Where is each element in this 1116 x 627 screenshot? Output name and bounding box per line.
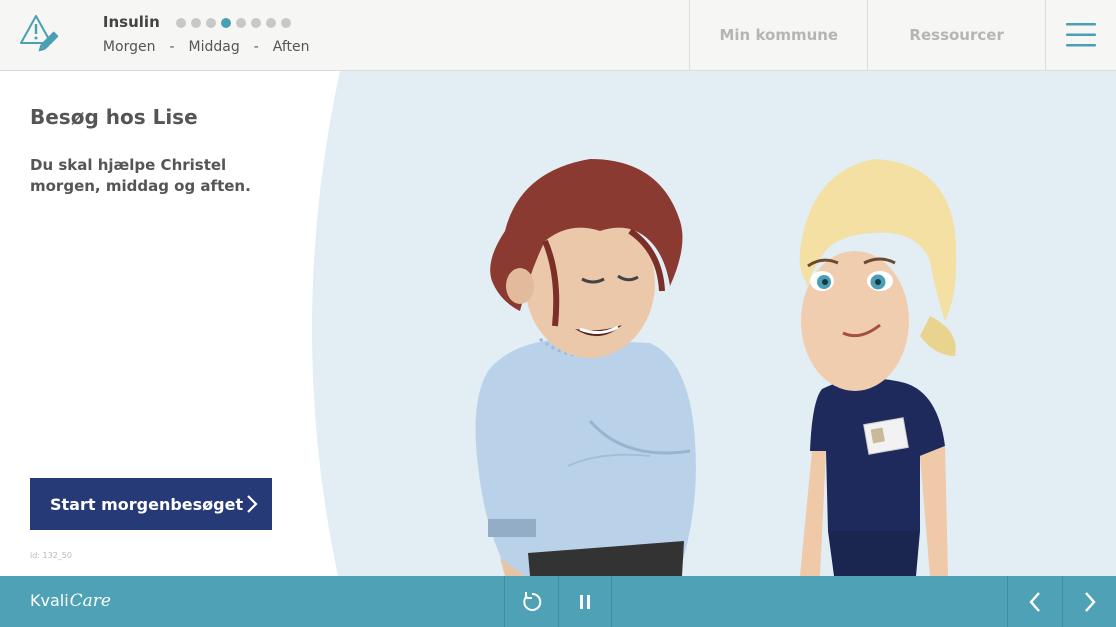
start-morning-visit-button[interactable]: Start morgenbesøget (30, 478, 272, 530)
instruction-text: Du skal hjælpe Christel morgen, middag o… (30, 156, 251, 195)
chevron-right-icon (247, 495, 258, 513)
bottom-bar: Kvali Care (0, 576, 1116, 627)
next-button[interactable] (1062, 576, 1116, 627)
phase-evening[interactable]: Aften (273, 39, 310, 55)
phase-separator: - (253, 39, 259, 55)
brand-logo: Kvali Care (30, 591, 111, 611)
chevron-left-icon (1028, 591, 1040, 612)
intro-panel: Besøg hos Lise Du skal hjælpe Christel m… (30, 71, 290, 576)
progress-dot[interactable] (220, 18, 231, 28)
start-button-label: Start morgenbesøget (50, 494, 244, 514)
progress-dot[interactable] (265, 18, 276, 28)
module-progress: Insulin Morgen - Middag - Aften (80, 0, 689, 70)
phase-morning[interactable]: Morgen (103, 39, 156, 55)
top-bar: Insulin Morgen - Middag - Aften Min komm… (0, 0, 1116, 71)
hamburger-menu-button[interactable] (1045, 0, 1116, 70)
resources-button[interactable]: Ressourcer (867, 0, 1045, 70)
brand-suffix: Care (69, 591, 111, 611)
my-municipality-button[interactable]: Min kommune (689, 0, 867, 70)
pause-icon (580, 594, 590, 609)
pause-button[interactable] (558, 576, 612, 627)
previous-button[interactable] (1007, 576, 1061, 627)
progress-dot[interactable] (205, 18, 216, 28)
progress-dot[interactable] (280, 18, 291, 28)
slide-id: id: 132_50 (30, 551, 72, 560)
hamburger-icon (1066, 23, 1097, 47)
brand-prefix: Kvali (30, 591, 69, 610)
module-title: Insulin (102, 13, 160, 31)
scene-background (312, 71, 1116, 576)
progress-dot[interactable] (250, 18, 261, 28)
progress-dot[interactable] (235, 18, 246, 28)
page-title: Besøg hos Lise (30, 105, 198, 129)
replay-icon (522, 591, 541, 611)
phase-midday[interactable]: Middag (189, 39, 240, 55)
main-content: Besøg hos Lise Du skal hjælpe Christel m… (0, 71, 1116, 576)
warning-pen-icon[interactable] (0, 0, 80, 70)
phase-separator: - (169, 39, 175, 55)
progress-dot[interactable] (175, 18, 186, 28)
progress-dots (175, 18, 291, 28)
app-root: Insulin Morgen - Middag - Aften Min komm… (0, 0, 1116, 627)
progress-dot[interactable] (190, 18, 201, 28)
phase-nav: Morgen - Middag - Aften (103, 39, 324, 55)
patient-character (475, 159, 696, 576)
chevron-right-icon (1084, 591, 1096, 612)
replay-button[interactable] (504, 576, 558, 627)
